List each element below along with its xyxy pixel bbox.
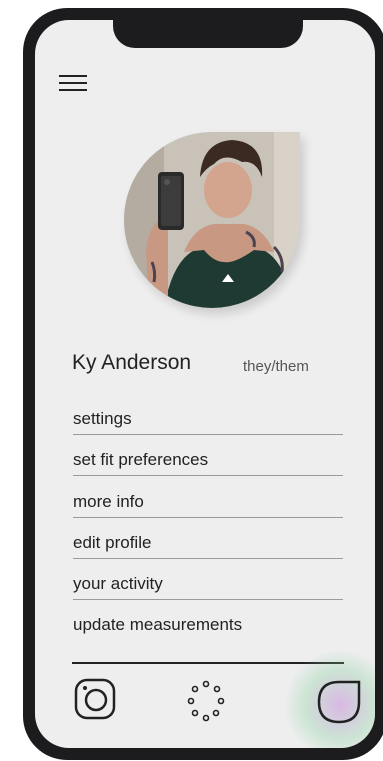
- phone-notch: [113, 20, 303, 48]
- phone-frame: Ky Anderson they/them settings set fit p…: [23, 8, 383, 760]
- menu-item-more-info[interactable]: more info: [73, 487, 343, 518]
- hamburger-menu-icon[interactable]: [59, 72, 89, 94]
- app-screen: Ky Anderson they/them settings set fit p…: [35, 20, 375, 748]
- menu-item-your-activity[interactable]: your activity: [73, 569, 343, 600]
- leaf-icon[interactable]: [315, 678, 363, 726]
- instagram-icon[interactable]: [73, 677, 117, 721]
- profile-pronouns: they/them: [243, 358, 309, 375]
- profile-name: Ky Anderson: [72, 351, 192, 374]
- menu-item-settings[interactable]: settings: [73, 404, 343, 435]
- profile-avatar: [124, 132, 300, 308]
- menu-item-edit-profile[interactable]: edit profile: [73, 528, 343, 559]
- menu-item-update-measurements[interactable]: update measurements: [73, 610, 343, 640]
- loading-dots-icon[interactable]: [183, 679, 229, 725]
- menu-item-set-fit-preferences[interactable]: set fit preferences: [73, 445, 343, 476]
- avatar-photo: [124, 132, 300, 308]
